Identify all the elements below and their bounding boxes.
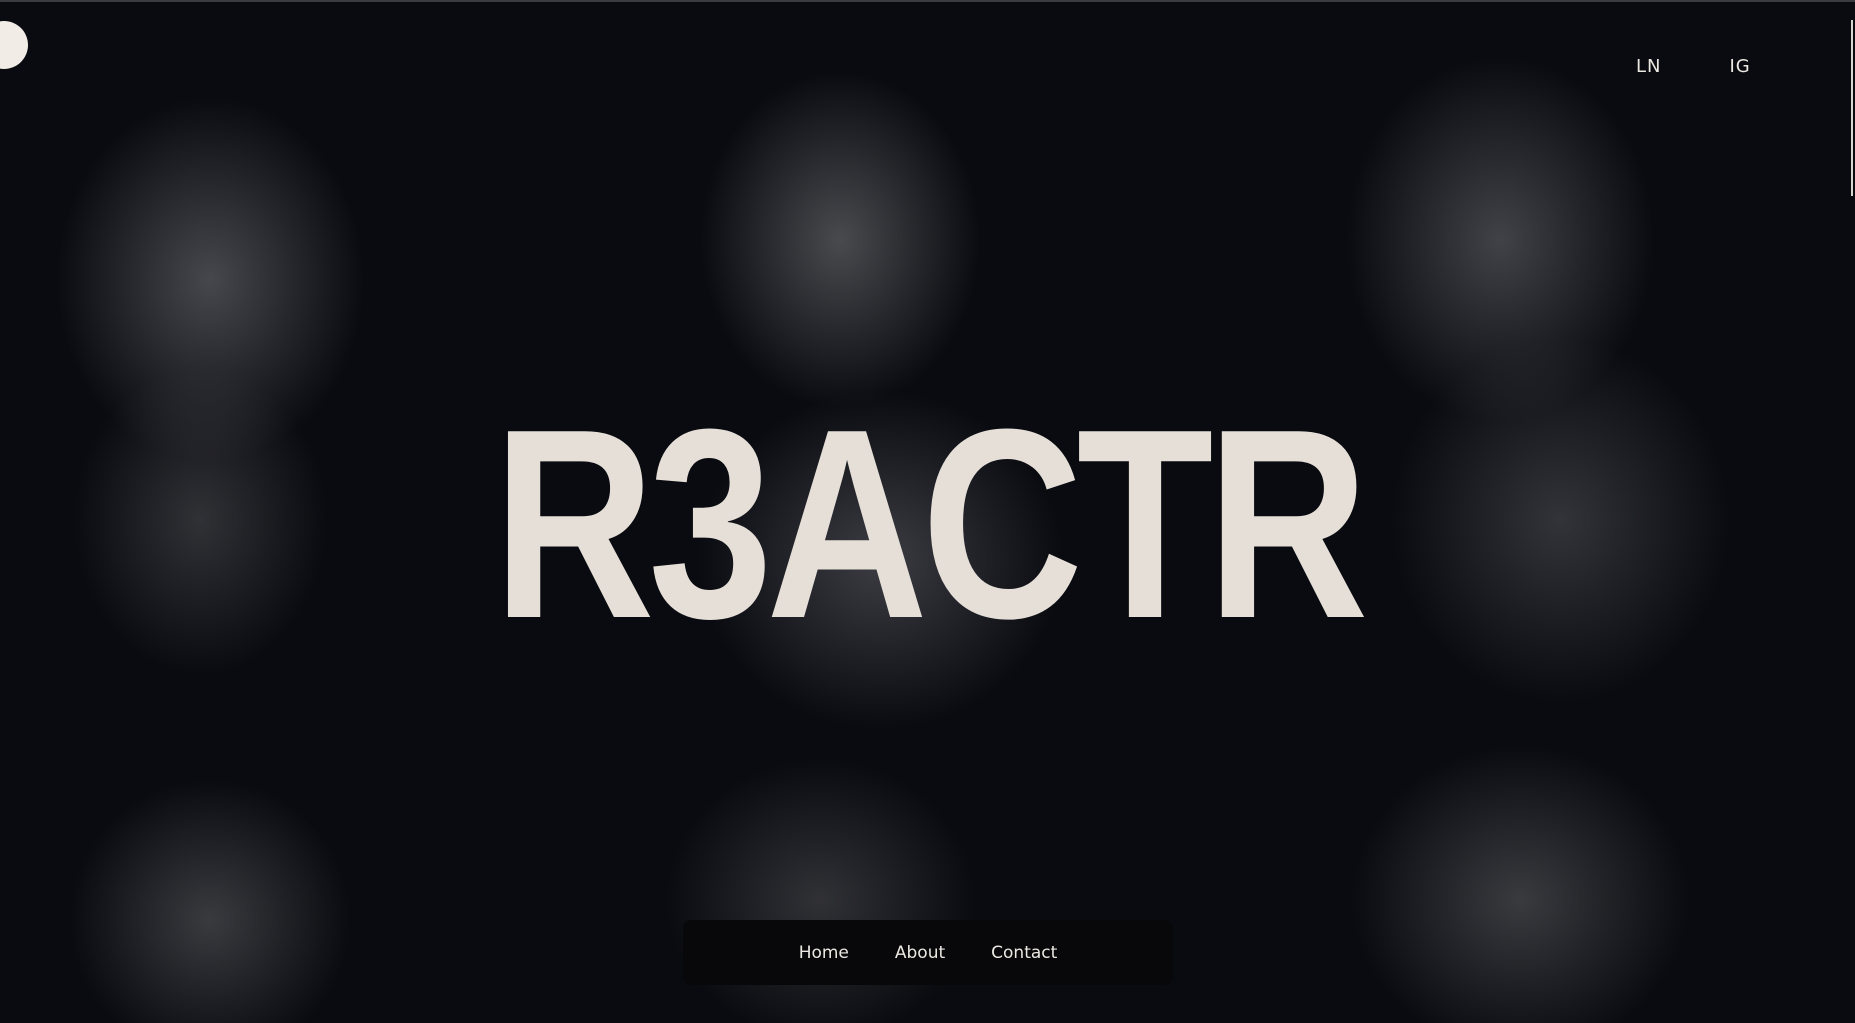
nav-item-home[interactable]: Home <box>799 943 849 963</box>
page: LN IG R3ACTR Home About Contact <box>0 0 1855 1023</box>
bottom-nav: Home About Contact <box>683 920 1173 985</box>
social-link-linkedin[interactable]: LN <box>1636 56 1662 77</box>
top-border <box>0 0 1855 2</box>
scrollbar-thumb[interactable] <box>1851 20 1853 196</box>
nav-item-contact[interactable]: Contact <box>991 943 1057 963</box>
social-links: LN IG <box>1636 56 1751 77</box>
social-link-instagram[interactable]: IG <box>1730 56 1751 77</box>
logo-circle-icon[interactable] <box>0 21 28 69</box>
nav-item-about[interactable]: About <box>895 943 945 963</box>
hero-title: R3ACTR <box>492 374 1369 675</box>
